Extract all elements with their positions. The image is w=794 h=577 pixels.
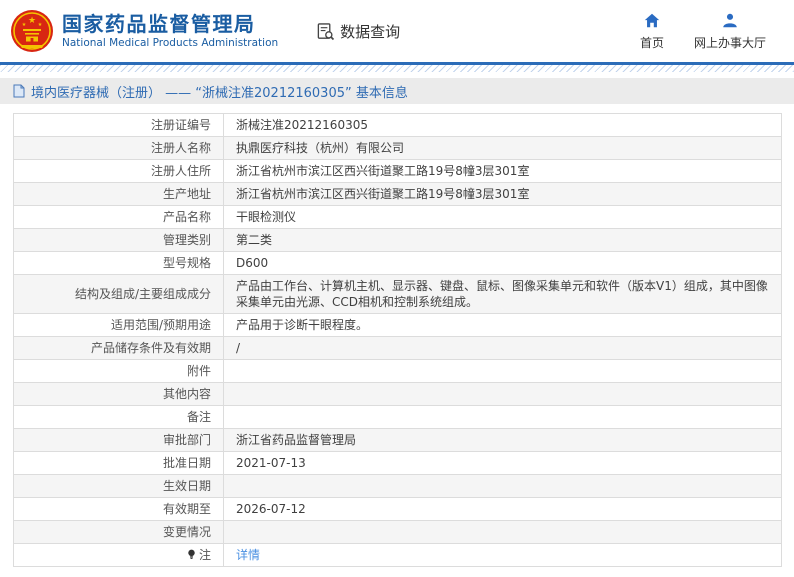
row-value: [223, 474, 782, 498]
nav-home-label: 首页: [639, 35, 664, 50]
registration-info-table: 注册证编号 浙械注准20212160305 注册人名称 执鼎医疗科技（杭州）有限…: [13, 113, 782, 567]
row-value: [223, 405, 782, 429]
table-row: 附件: [13, 359, 782, 383]
table-row: 生产地址 浙江省杭州市滨江区西兴街道聚工路19号8幢3层301室: [13, 182, 782, 206]
table-row: 其他内容: [13, 382, 782, 406]
row-value: 详情: [223, 543, 782, 567]
row-value: 产品用于诊断干眼程度。: [223, 313, 782, 337]
svg-text:★: ★: [28, 16, 36, 26]
row-label: 生效日期: [13, 474, 224, 498]
note-label: 注: [198, 548, 211, 562]
row-label: 有效期至: [13, 497, 224, 521]
row-value: 第二类: [223, 228, 782, 252]
row-value: 浙江省杭州市滨江区西兴街道聚工路19号8幢3层301室: [223, 159, 782, 183]
row-value: 2026-07-12: [223, 497, 782, 521]
user-icon: [723, 13, 737, 27]
table-row: 注 详情: [13, 543, 782, 567]
row-label: 生产地址: [13, 182, 224, 206]
table-row: 审批部门 浙江省药品监督管理局: [13, 428, 782, 452]
row-label: 注册人名称: [13, 136, 224, 160]
header-nav: 首页 网上办事大厅: [640, 12, 766, 51]
table-row: 注册人住所 浙江省杭州市滨江区西兴街道聚工路19号8幢3层301室: [13, 159, 782, 183]
row-value: 2021-07-13: [223, 451, 782, 475]
row-label: 附件: [13, 359, 224, 383]
row-value: [223, 520, 782, 544]
table-row: 变更情况: [13, 520, 782, 544]
table-row: 适用范围/预期用途 产品用于诊断干眼程度。: [13, 313, 782, 337]
row-label: 其他内容: [13, 382, 224, 406]
row-label: 注册证编号: [13, 113, 224, 137]
row-label: 产品储存条件及有效期: [13, 336, 224, 360]
row-value: 干眼检测仪: [223, 205, 782, 229]
row-label: 结构及组成/主要组成成分: [13, 274, 224, 314]
data-query-section[interactable]: 数据查询: [316, 21, 400, 42]
document-icon: [13, 84, 25, 98]
nav-service-hall[interactable]: 网上办事大厅: [694, 12, 766, 51]
row-value: 产品由工作台、计算机主机、显示器、键盘、鼠标、图像采集单元和软件（版本V1）组成…: [223, 274, 782, 314]
row-value: [223, 382, 782, 406]
org-name-en: National Medical Products Administration: [62, 37, 279, 49]
table-row: 产品储存条件及有效期 /: [13, 336, 782, 360]
data-query-label: 数据查询: [340, 22, 401, 41]
home-icon: [644, 13, 660, 27]
brand: ★ ★ ★ 国家药品监督管理局 National Medical Product…: [10, 9, 278, 53]
row-value: D600: [223, 251, 782, 275]
site-header: ★ ★ ★ 国家药品监督管理局 National Medical Product…: [0, 0, 794, 62]
data-query-icon: [317, 22, 335, 40]
row-label: 适用范围/预期用途: [13, 313, 224, 337]
row-value: /: [223, 336, 782, 360]
table-row: 型号规格 D600: [13, 251, 782, 275]
header-hatch-strip: [0, 65, 794, 72]
row-label: 审批部门: [13, 428, 224, 452]
row-label: 管理类别: [13, 228, 224, 252]
row-label: 产品名称: [13, 205, 224, 229]
table-row: 批准日期 2021-07-13: [13, 451, 782, 475]
details-link[interactable]: 详情: [236, 548, 260, 562]
table-row: 注册人名称 执鼎医疗科技（杭州）有限公司: [13, 136, 782, 160]
row-label: 备注: [13, 405, 224, 429]
page-title: 境内医疗器械（注册） —— “浙械注准20212160305” 基本信息: [31, 85, 408, 101]
table-row: 生效日期: [13, 474, 782, 498]
nav-service-hall-label: 网上办事大厅: [693, 35, 766, 50]
table-row: 产品名称 干眼检测仪: [13, 205, 782, 229]
row-label: 变更情况: [13, 520, 224, 544]
row-value: 浙江省药品监督管理局: [223, 428, 782, 452]
nav-home[interactable]: 首页: [640, 12, 664, 51]
lightbulb-icon: [188, 549, 195, 559]
svg-text:★: ★: [38, 22, 43, 28]
row-label: 批准日期: [13, 451, 224, 475]
row-value: 执鼎医疗科技（杭州）有限公司: [223, 136, 782, 160]
row-label: 型号规格: [13, 251, 224, 275]
table-row: 有效期至 2026-07-12: [13, 497, 782, 521]
row-value: [223, 359, 782, 383]
row-label: 注: [13, 543, 224, 567]
table-row: 备注: [13, 405, 782, 429]
page-title-bar: 境内医疗器械（注册） —— “浙械注准20212160305” 基本信息: [0, 78, 794, 104]
national-emblem-logo: ★ ★ ★: [11, 10, 53, 52]
brand-text: 国家药品监督管理局 National Medical Products Admi…: [62, 13, 278, 49]
row-value: 浙江省杭州市滨江区西兴街道聚工路19号8幢3层301室: [223, 182, 782, 206]
table-row: 结构及组成/主要组成成分 产品由工作台、计算机主机、显示器、键盘、鼠标、图像采集…: [13, 274, 782, 314]
svg-text:★: ★: [22, 22, 27, 28]
row-label: 注册人住所: [13, 159, 224, 183]
org-name-cn: 国家药品监督管理局: [62, 12, 256, 36]
row-value: 浙械注准20212160305: [223, 113, 782, 137]
table-row: 注册证编号 浙械注准20212160305: [13, 113, 782, 137]
table-row: 管理类别 第二类: [13, 228, 782, 252]
